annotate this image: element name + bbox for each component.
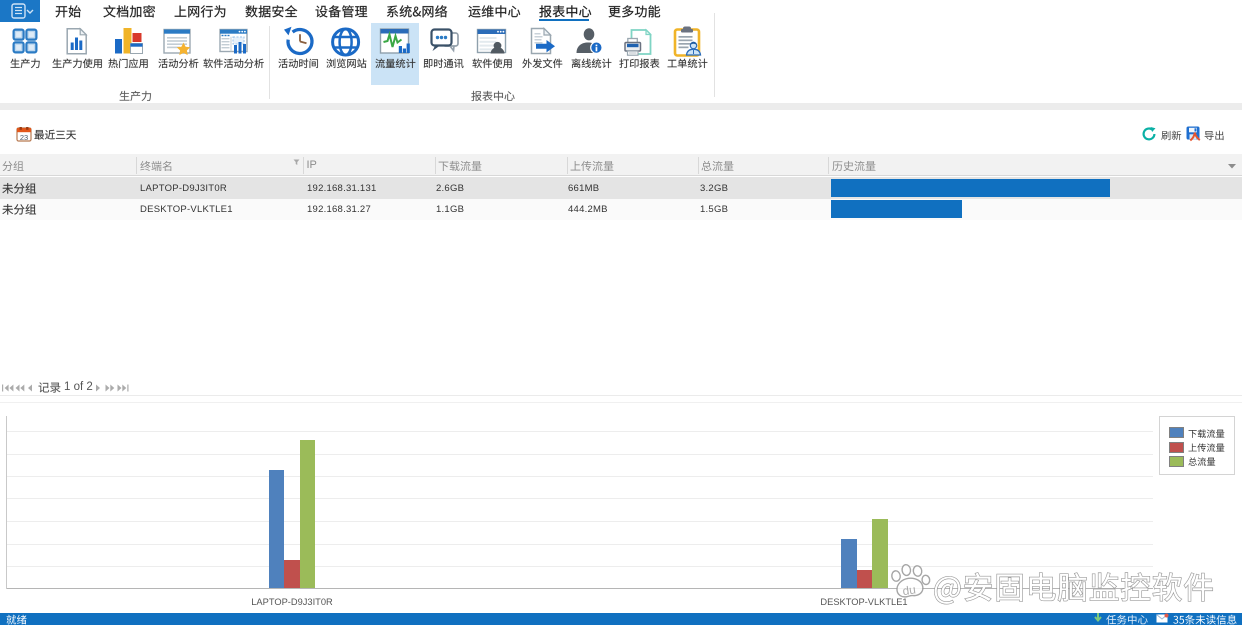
svg-text:23: 23: [20, 133, 28, 142]
svg-text:du: du: [902, 582, 917, 598]
